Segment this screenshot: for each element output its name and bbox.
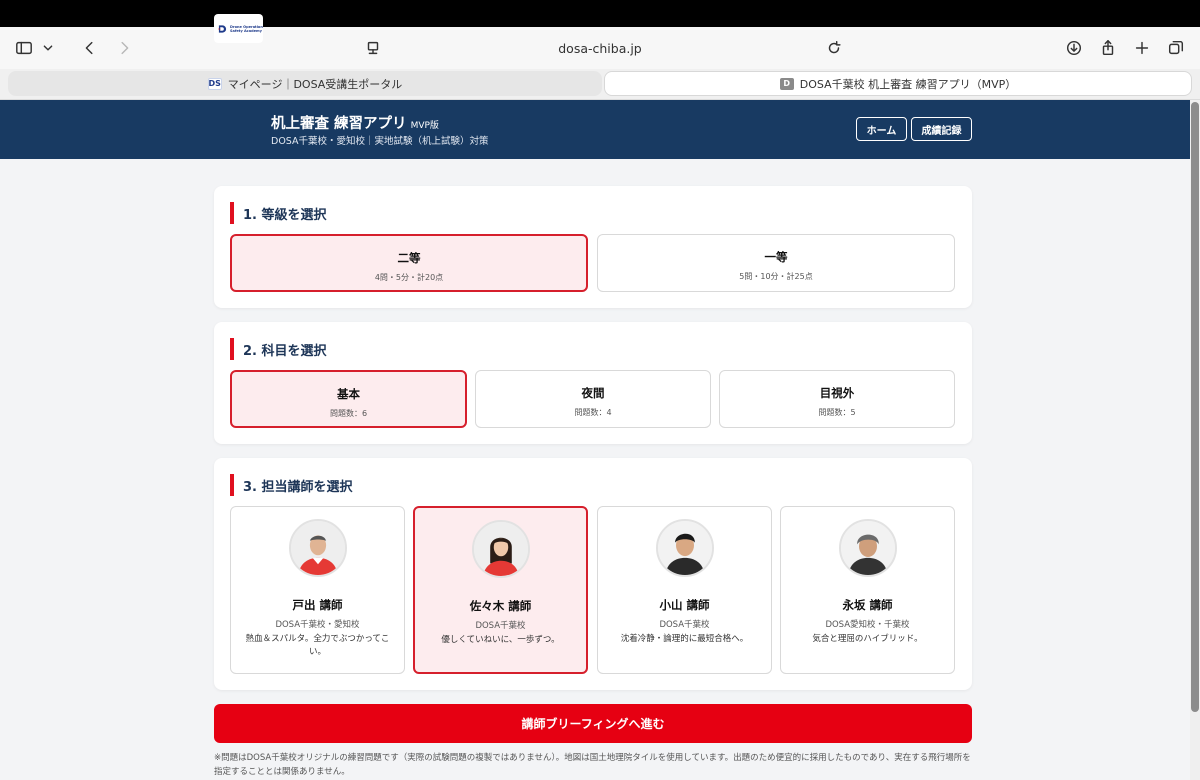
browser-toolbar: dosa-chiba.jp [0, 27, 1200, 69]
page-title: 机上審査 練習アプリ MVP版 [271, 116, 439, 132]
avatar [655, 519, 714, 577]
url-text[interactable]: dosa-chiba.jp [558, 41, 642, 56]
dosa-favicon-icon: DS [207, 77, 222, 90]
tab-overview-icon[interactable] [1166, 38, 1186, 58]
new-tab-icon[interactable] [1132, 38, 1152, 58]
dosa-logo[interactable]: Drone Operation Safety Academy [214, 14, 263, 43]
subject-option-basic[interactable]: 基本 問題数：6 [230, 370, 467, 428]
share-icon[interactable] [1098, 38, 1118, 58]
reload-icon[interactable] [824, 38, 844, 58]
grade-heading: 1. 等級を選択 [230, 202, 327, 224]
home-button[interactable]: ホーム [856, 117, 907, 141]
app-header [0, 100, 1190, 159]
grade-option-first[interactable]: 一等 5問・10分・計25点 [597, 234, 955, 292]
version-badge: MVP版 [410, 121, 439, 131]
tab-my-page[interactable]: DS マイページ｜DOSA受講生ポータル [8, 71, 602, 96]
system-top-bar [0, 0, 1200, 27]
avatar [471, 520, 530, 578]
subject-option-bvlos[interactable]: 目視外 問題数：5 [719, 370, 955, 428]
page-subtitle: DOSA千葉校・愛知校｜実地試験（机上試験）対策 [271, 136, 489, 147]
download-icon[interactable] [1064, 38, 1084, 58]
subject-section: 2. 科目を選択 基本 問題数：6 夜間 問題数：4 目視外 問題数：5 [214, 322, 972, 444]
chevron-down-icon[interactable] [38, 38, 58, 58]
sidebar-icon[interactable] [14, 38, 34, 58]
instructor-card-tode[interactable]: 戸出 講師 DOSA千葉校・愛知校 熱血＆スパルタ。全力でぶつかってこい。 [230, 506, 405, 674]
logo-text: Drone Operation Safety Academy [230, 24, 263, 33]
subject-heading: 2. 科目を選択 [230, 338, 327, 360]
scrollbar-thumb[interactable] [1191, 102, 1199, 712]
address-bar[interactable]: dosa-chiba.jp [360, 35, 841, 61]
subject-option-night[interactable]: 夜間 問題数：4 [475, 370, 711, 428]
proceed-briefing-button[interactable]: 講師ブリーフィングへ進む [214, 704, 972, 743]
tab-practice-app[interactable]: D DOSA千葉校 机上審査 練習アプリ（MVP） [604, 71, 1192, 96]
footnote: ※問題はDOSA千葉校オリジナルの練習問題です（実際の試験問題の複製ではありませ… [214, 753, 971, 777]
grade-option-second[interactable]: 二等 4問・5分・計20点 [230, 234, 588, 292]
tab-label: マイページ｜DOSA受講生ポータル [227, 77, 403, 91]
d-favicon-icon: D [779, 77, 794, 90]
instructor-heading: 3. 担当講師を選択 [230, 474, 353, 496]
avatar [838, 519, 897, 577]
back-icon[interactable] [80, 38, 100, 58]
avatar [288, 519, 347, 577]
page-settings-icon[interactable] [363, 38, 383, 58]
dosa-logo-icon [218, 24, 227, 33]
forward-icon[interactable] [114, 38, 134, 58]
grade-section: 1. 等級を選択 二等 4問・5分・計20点 一等 5問・10分・計25点 [214, 186, 972, 308]
instructor-section: 3. 担当講師を選択 戸出 講師 DOSA千葉校・愛知校 熱血＆スパルタ。全力で… [214, 458, 972, 690]
instructor-card-sasaki[interactable]: 佐々木 講師 DOSA千葉校 優しくていねいに、一歩ずつ。 [413, 506, 588, 674]
instructor-card-koyama[interactable]: 小山 講師 DOSA千葉校 沈着冷静・論理的に最短合格へ。 [597, 506, 772, 674]
instructor-card-nagasaka[interactable]: 永坂 講師 DOSA愛知校・千葉校 気合と理屈のハイブリッド。 [780, 506, 955, 674]
tab-bar: DS マイページ｜DOSA受講生ポータル D DOSA千葉校 机上審査 練習アプ… [0, 69, 1200, 100]
tab-label: DOSA千葉校 机上審査 練習アプリ（MVP） [799, 77, 1017, 91]
records-button[interactable]: 成績記録 [911, 117, 972, 141]
